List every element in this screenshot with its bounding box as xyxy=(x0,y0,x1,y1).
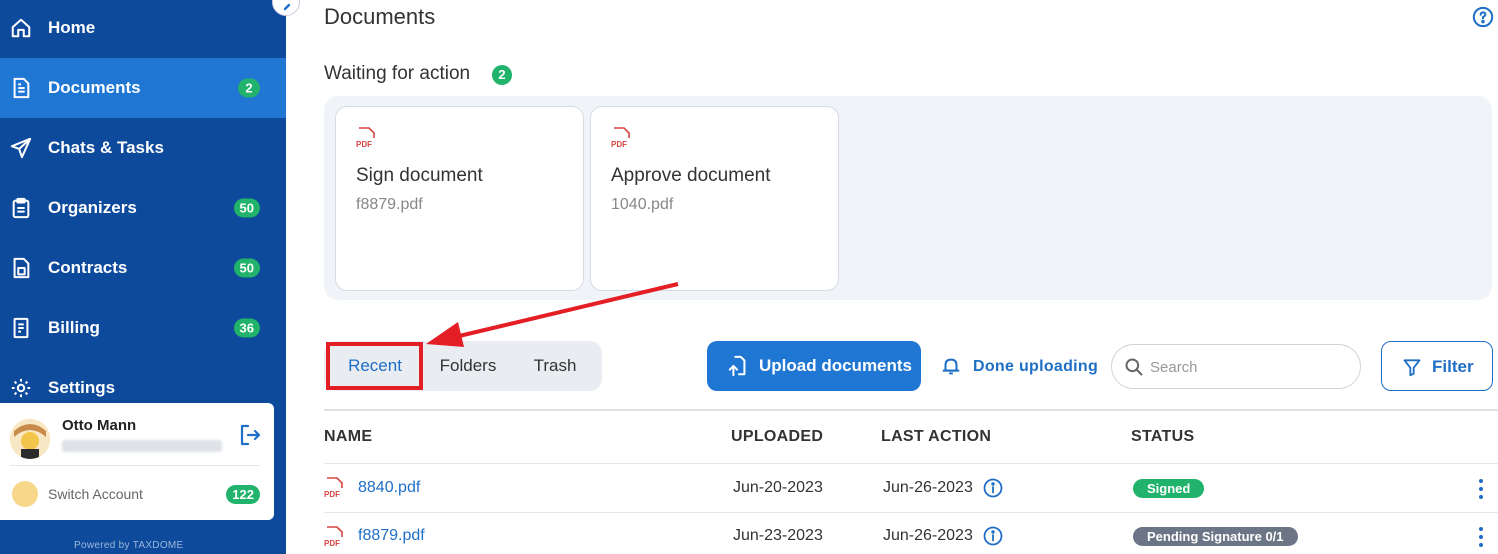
done-uploading-label: Done uploading xyxy=(973,358,1099,375)
column-header-status[interactable]: STATUS xyxy=(1131,428,1194,446)
pdf-file-icon: PDF xyxy=(356,127,375,149)
last-action-date: Jun-26-2023 xyxy=(883,527,973,544)
count-badge: 50 xyxy=(233,198,260,218)
gear-icon xyxy=(11,378,31,398)
sidebar-item-label: Chats & Tasks xyxy=(48,138,164,157)
chevron-left-icon xyxy=(283,3,291,11)
count-badge: 122 xyxy=(226,485,260,504)
file-name-link[interactable]: 8840.pdf xyxy=(358,479,420,497)
avatar[interactable] xyxy=(10,419,50,459)
filter-funnel-icon xyxy=(1403,359,1421,377)
svg-text:PDF: PDF xyxy=(611,140,627,149)
upload-documents-button[interactable]: Upload documents xyxy=(707,341,921,391)
filter-button[interactable]: Filter xyxy=(1381,341,1493,391)
waiting-section-title: Waiting for action xyxy=(324,63,471,84)
sidebar-item-billing[interactable]: Billing 36 xyxy=(0,298,286,358)
sidebar-item-home[interactable]: Home xyxy=(0,0,286,58)
svg-text:PDF: PDF xyxy=(324,490,340,499)
home-icon xyxy=(11,18,31,38)
card-title: Approve document xyxy=(611,165,771,186)
last-action-date: Jun-26-2023 xyxy=(883,479,973,496)
status-badge: Pending Signature 0/1 xyxy=(1133,527,1298,546)
info-icon[interactable] xyxy=(983,526,1003,546)
divider xyxy=(10,465,260,466)
account-email-redacted xyxy=(62,440,222,452)
sidebar-item-organizers[interactable]: Organizers 50 xyxy=(0,178,286,238)
document-icon xyxy=(13,77,30,99)
file-name-link[interactable]: f8879.pdf xyxy=(358,527,425,545)
sidebar-item-label: Organizers xyxy=(48,198,137,217)
uploaded-date: Jun-20-2023 xyxy=(733,479,823,496)
switch-account-link[interactable]: Switch Account xyxy=(48,486,143,502)
pdf-file-icon: PDF xyxy=(324,477,343,499)
column-header-uploaded[interactable]: UPLOADED xyxy=(731,428,823,446)
receipt-icon xyxy=(13,317,29,339)
sidebar: Home Documents 2 Chats & Tasks Organizer… xyxy=(0,0,286,554)
search-icon xyxy=(1125,358,1143,376)
count-badge: 36 xyxy=(233,318,260,338)
uploaded-date: Jun-23-2023 xyxy=(733,527,823,544)
sidebar-item-documents[interactable]: Documents 2 xyxy=(0,58,286,118)
tab-folders[interactable]: Folders xyxy=(428,341,508,391)
paper-plane-icon xyxy=(10,137,32,159)
sidebar-item-contracts[interactable]: Contracts 50 xyxy=(0,238,286,298)
more-options-icon[interactable] xyxy=(1476,526,1486,548)
info-icon[interactable] xyxy=(983,478,1003,498)
document-tabs: Recent Folders Trash xyxy=(324,341,602,391)
svg-text:PDF: PDF xyxy=(324,539,340,548)
column-header-last-action[interactable]: LAST ACTION xyxy=(881,428,991,446)
search-field xyxy=(1111,344,1361,389)
page-title: Documents xyxy=(324,4,436,29)
collapse-sidebar-button[interactable] xyxy=(272,0,300,16)
contract-icon xyxy=(13,257,30,279)
help-icon[interactable] xyxy=(1472,6,1494,28)
logout-icon[interactable] xyxy=(238,423,262,447)
pdf-file-icon: PDF xyxy=(324,526,343,548)
upload-file-icon xyxy=(728,355,746,377)
account-card: Otto Mann Switch Account 122 xyxy=(0,403,274,520)
divider xyxy=(324,463,1498,464)
switch-account-avatar xyxy=(12,481,38,507)
count-badge: 2 xyxy=(238,78,260,98)
sidebar-item-label: Contracts xyxy=(48,258,128,277)
tab-recent[interactable]: Recent xyxy=(336,341,414,391)
powered-by-logo: Powered by TAXDOME xyxy=(74,540,184,551)
filter-button-label: Filter xyxy=(1432,357,1474,376)
sidebar-item-label: Billing xyxy=(48,318,100,337)
divider xyxy=(324,512,1498,513)
column-header-name[interactable]: NAME xyxy=(324,428,372,446)
tab-trash[interactable]: Trash xyxy=(520,341,590,391)
bell-icon xyxy=(942,358,960,375)
clipboard-icon xyxy=(12,197,30,219)
svg-text:PDF: PDF xyxy=(356,140,372,149)
pdf-file-icon: PDF xyxy=(611,127,630,149)
account-name: Otto Mann xyxy=(62,417,137,434)
sidebar-item-label: Documents xyxy=(48,78,141,97)
card-file-name: f8879.pdf xyxy=(356,196,423,213)
status-badge: Signed xyxy=(1133,479,1205,498)
sidebar-item-chats-tasks[interactable]: Chats & Tasks xyxy=(0,118,286,178)
sidebar-item-label: Settings xyxy=(48,378,116,397)
upload-button-label: Upload documents xyxy=(759,356,913,375)
card-title: Sign document xyxy=(356,165,483,186)
card-file-name: 1040.pdf xyxy=(611,196,674,213)
action-card-approve[interactable]: PDF Approve document 1040.pdf xyxy=(590,106,839,291)
more-options-icon[interactable] xyxy=(1476,478,1486,500)
count-badge: 2 xyxy=(492,65,512,85)
count-badge: 50 xyxy=(233,258,260,278)
divider xyxy=(324,409,1498,411)
search-input[interactable] xyxy=(1150,354,1350,380)
sidebar-item-label: Home xyxy=(48,18,96,37)
action-card-sign[interactable]: PDF Sign document f8879.pdf xyxy=(335,106,584,291)
